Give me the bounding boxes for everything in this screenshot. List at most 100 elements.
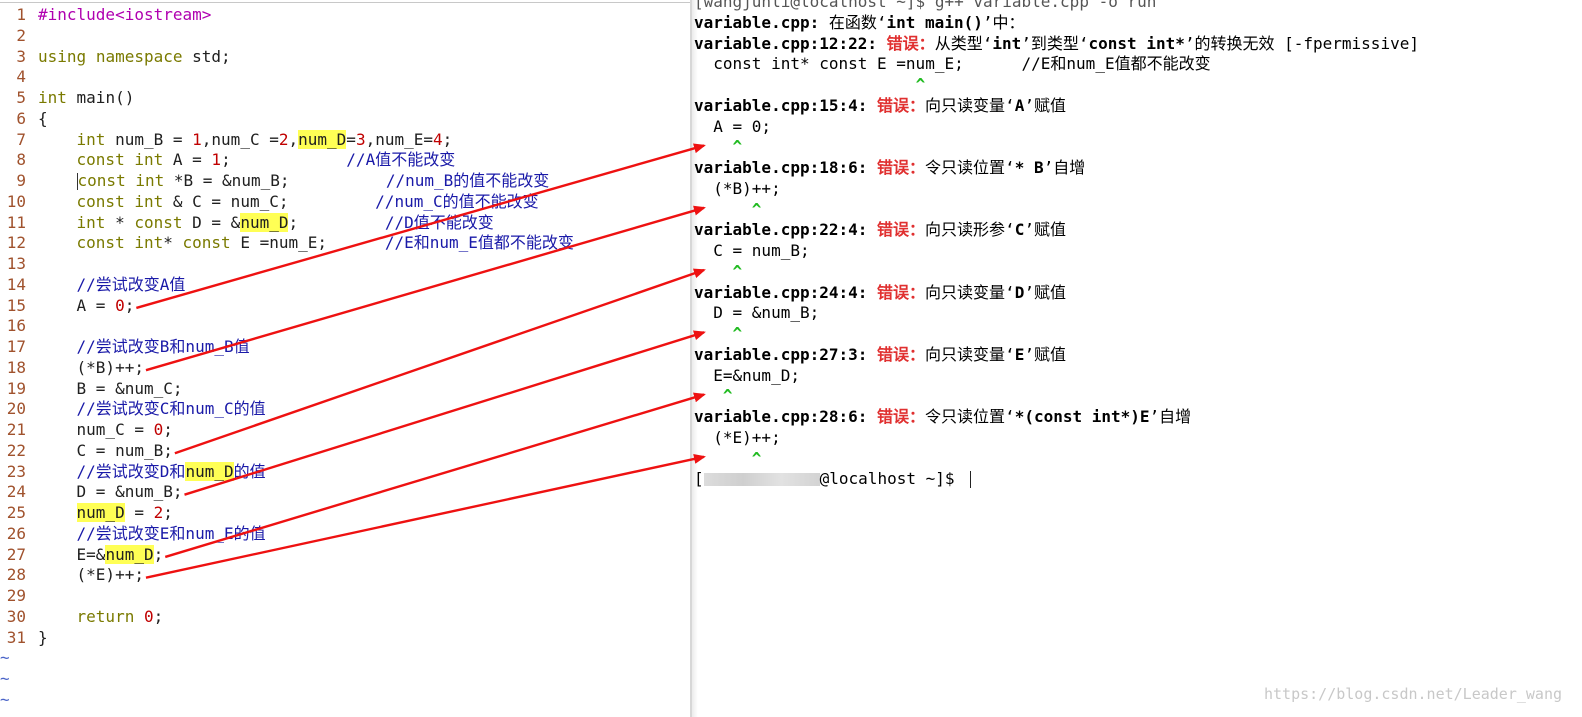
code-token: ; [442, 129, 453, 149]
code-line[interactable]: 10 const int & C = num_C; //num_C的值不能改变 [0, 192, 574, 213]
code-text: //尝试改变D和num_D的值 [38, 461, 266, 483]
search-highlight: num_D [185, 461, 234, 481]
code-line[interactable]: 11 int * const D = &num_D; //D值不能改变 [0, 212, 574, 234]
code-line[interactable]: 18 (*B)++; [0, 358, 574, 379]
code-line[interactable]: 26 //尝试改变E和num_E的值 [0, 524, 574, 545]
code-token: 3 [355, 129, 366, 149]
empty-line-marker: ~ [0, 689, 10, 709]
code-text: int num_B = 1,num_C =2,num_D=3,num_E=4; [38, 129, 453, 151]
code-token: = [124, 503, 154, 522]
code-line[interactable]: 24 D = &num_B; [0, 482, 574, 503]
code-line[interactable]: 28 (*E)++; [0, 565, 574, 586]
code-text: //尝试改变C和num_C的值 [38, 399, 266, 420]
code-line[interactable]: 30 return 0; [0, 607, 574, 628]
code-comment: //A值不能改变 [346, 150, 456, 170]
terminal-line: ^ [694, 262, 1419, 283]
code-token: * [105, 212, 135, 232]
terminal-text: 向只读变量‘ [925, 344, 1015, 364]
code-line[interactable]: 6{ [0, 109, 574, 130]
code-line[interactable]: 20 //尝试改变C和num_C的值 [0, 399, 574, 420]
terminal-text: ’赋值 [1024, 282, 1066, 302]
terminal-text: D = &num_B; [694, 303, 820, 323]
terminal-text: 从类型‘ [934, 33, 993, 53]
code-line[interactable]: 21 num_C = 0; [0, 420, 574, 441]
line-number: 7 [16, 129, 26, 149]
vim-editor-pane[interactable]: 1 #include<iostream> 2 3 using namespace std… [0, 0, 690, 717]
line-number: 31 [6, 627, 26, 647]
code-text: num_C = 0; [38, 420, 173, 441]
terminal-text: C [1014, 220, 1025, 240]
code-line[interactable]: 5 int main() [0, 88, 574, 109]
terminal-line: variable.cpp:15:4: 错误：向只读变量‘A’赋值 [694, 96, 1419, 117]
code-line[interactable]: 1 #include<iostream> [0, 5, 574, 26]
code-token: 1 [192, 129, 202, 149]
code-line[interactable]: 27 E=&num_D; [0, 544, 574, 566]
code-token: std; [182, 46, 231, 66]
terminal-pane[interactable]: [wangjunli@localhost ~]$ g++ variable.cp… [690, 0, 1582, 717]
code-token: int [76, 129, 106, 149]
code-line[interactable]: 7 int num_B = 1,num_C =2,num_D=3,num_E=4… [0, 129, 574, 151]
line-number: 9 [16, 171, 26, 190]
code-line[interactable]: 23 //尝试改变D和num_D的值 [0, 461, 574, 483]
code-line[interactable]: 22 C = num_B; [0, 441, 574, 462]
code-line[interactable]: 29 [0, 586, 574, 607]
code-text: } [38, 628, 48, 649]
error-caret: ^ [732, 261, 743, 281]
code-line[interactable]: 15 A = 0; [0, 296, 574, 317]
code-line[interactable]: 3 using namespace std; [0, 47, 574, 68]
code-text: (*E)++; [38, 565, 144, 586]
code-line[interactable]: 25 num_D = 2; [0, 503, 574, 524]
line-number: 13 [6, 254, 26, 273]
code-line[interactable]: 2 [0, 26, 574, 47]
code-token: num_B = [105, 129, 193, 149]
terminal-text: @localhost ~]$ [819, 469, 965, 489]
line-number: 21 [6, 420, 26, 439]
terminal-line: variable.cpp:22:4: 错误：向只读形参‘C’赋值 [694, 220, 1419, 241]
code-line[interactable]: 13 [0, 254, 574, 275]
code-line[interactable]: 17 //尝试改变B和num_B值 [0, 337, 574, 358]
terminal-text: (*B)++; [694, 178, 781, 198]
code-line[interactable]: 14 //尝试改变A值 [0, 275, 574, 296]
code-token: ; [221, 150, 347, 170]
code-line[interactable]: 9 const int *B = &num_B; //num_B的值不能改变 [0, 171, 574, 192]
terminal-text: const int* [1088, 33, 1185, 53]
code-line[interactable]: 31} [0, 628, 574, 649]
code-text: A = 0; [38, 296, 135, 317]
code-line[interactable]: 12 const int* const E =num_E; //E和num_E值… [0, 233, 574, 254]
code-token: const [76, 150, 125, 170]
terminal-text: ’中： [982, 12, 1025, 32]
code-comment: //E和num_E值都不能改变 [384, 233, 574, 253]
code-token: main() [66, 88, 135, 107]
code-text: const int A = 1; //A值不能改变 [38, 150, 456, 171]
terminal-line: (*E)++; [694, 428, 1419, 449]
terminal-text: 向只读形参‘ [925, 220, 1015, 240]
line-number: 3 [16, 46, 26, 66]
code-text: (*B)++; [38, 358, 144, 379]
terminal-line: ^ [694, 449, 1419, 470]
terminal-text: A [1014, 95, 1025, 115]
code-token: const [77, 171, 126, 190]
code-line[interactable]: 19 B = &num_C; [0, 379, 574, 400]
code-line[interactable]: 8 const int A = 1; //A值不能改变 [0, 150, 574, 171]
terminal-line: [@localhost ~]$ [694, 469, 1419, 490]
code-token: ,num_C = [201, 129, 279, 149]
code-line[interactable]: 16 [0, 316, 574, 337]
line-number: 26 [6, 523, 26, 543]
terminal-text: E [1014, 344, 1025, 364]
code-token: const [182, 233, 231, 253]
error-caret: ^ [751, 448, 762, 468]
code-line[interactable]: 4 [0, 67, 574, 88]
line-number: 15 [6, 295, 26, 315]
terminal-text: ’赋值 [1024, 220, 1066, 240]
code-token: num_C = [38, 420, 154, 439]
empty-line-marker: ~ [0, 648, 10, 668]
error-caret: ^ [732, 324, 743, 343]
